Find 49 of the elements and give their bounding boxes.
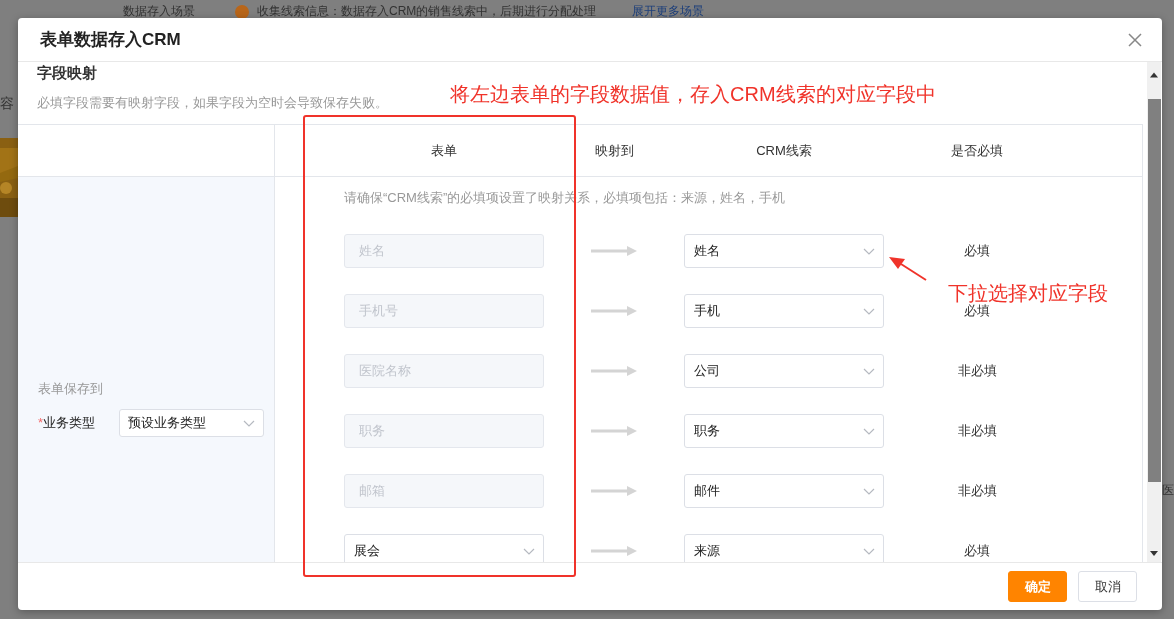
arrow-icon — [591, 306, 637, 316]
annotation-text: 将左边表单的字段数据值，存入CRM线索的对应字段中 — [450, 82, 936, 107]
select-field[interactable]: 邮件 — [684, 474, 884, 508]
chevron-down-icon — [863, 487, 875, 495]
select-field[interactable]: 预设业务类型 — [119, 409, 264, 437]
column-header: 是否必填 — [950, 141, 1004, 160]
dialog-title: 表单数据存入CRM — [40, 29, 181, 51]
column-header: 映射到 — [593, 141, 635, 160]
side-text: 容 — [0, 95, 14, 113]
select-field[interactable]: 展会 — [344, 534, 544, 562]
select-field[interactable]: 公司 — [684, 354, 884, 388]
section-hint: 必填字段需要有映射字段，如果字段为空时会导致保存失败。 — [37, 94, 388, 112]
column-header: 表单 — [430, 141, 458, 160]
arrow-icon — [591, 426, 637, 436]
field-label: *业务类型 — [38, 414, 97, 432]
requirement-text: 非必填 — [956, 422, 998, 440]
requirement-text: 必填 — [963, 542, 991, 560]
annotation-text: 下拉选择对应字段 — [948, 281, 1108, 304]
requirement-text: 必填 — [963, 303, 991, 320]
annotation-arrow — [889, 256, 927, 281]
cancel-button[interactable]: 取消 — [1078, 571, 1137, 602]
arrow-icon — [591, 486, 637, 496]
chevron-down-icon — [863, 547, 875, 555]
chevron-down-icon — [863, 427, 875, 435]
section-title: 字段映射 — [37, 64, 97, 83]
scrollbar[interactable] — [1147, 62, 1161, 562]
select-field[interactable]: 手机 — [684, 294, 884, 328]
chevron-down-icon — [863, 307, 875, 315]
scroll-down-icon[interactable] — [1150, 551, 1158, 556]
requirement-text: 必填 — [963, 242, 991, 260]
arrow-icon — [591, 246, 637, 256]
info-icon — [235, 4, 249, 19]
select-field[interactable]: 来源 — [684, 534, 884, 562]
chevron-down-icon — [243, 419, 255, 427]
scene-hint: 收集线索信息：数据存入CRM的销售线索中，后期进行分配处理 — [257, 3, 597, 20]
close-icon[interactable] — [1128, 32, 1142, 47]
group-label: 表单保存到 — [38, 380, 104, 398]
chevron-down-icon — [523, 547, 535, 555]
arrow-icon — [591, 546, 637, 556]
chevron-down-icon — [863, 247, 875, 255]
chevron-down-icon — [863, 367, 875, 375]
select-field[interactable]: 姓名 — [684, 234, 884, 268]
requirement-text: 非必填 — [956, 482, 998, 500]
arrow-icon — [591, 366, 637, 376]
requirement-text: 非必填 — [956, 362, 998, 380]
scene-label: 数据存入场景 — [123, 3, 195, 20]
side-text: 医 — [1162, 482, 1174, 499]
select-field[interactable]: 职务 — [684, 414, 884, 448]
column-header: CRM线索 — [755, 141, 813, 160]
